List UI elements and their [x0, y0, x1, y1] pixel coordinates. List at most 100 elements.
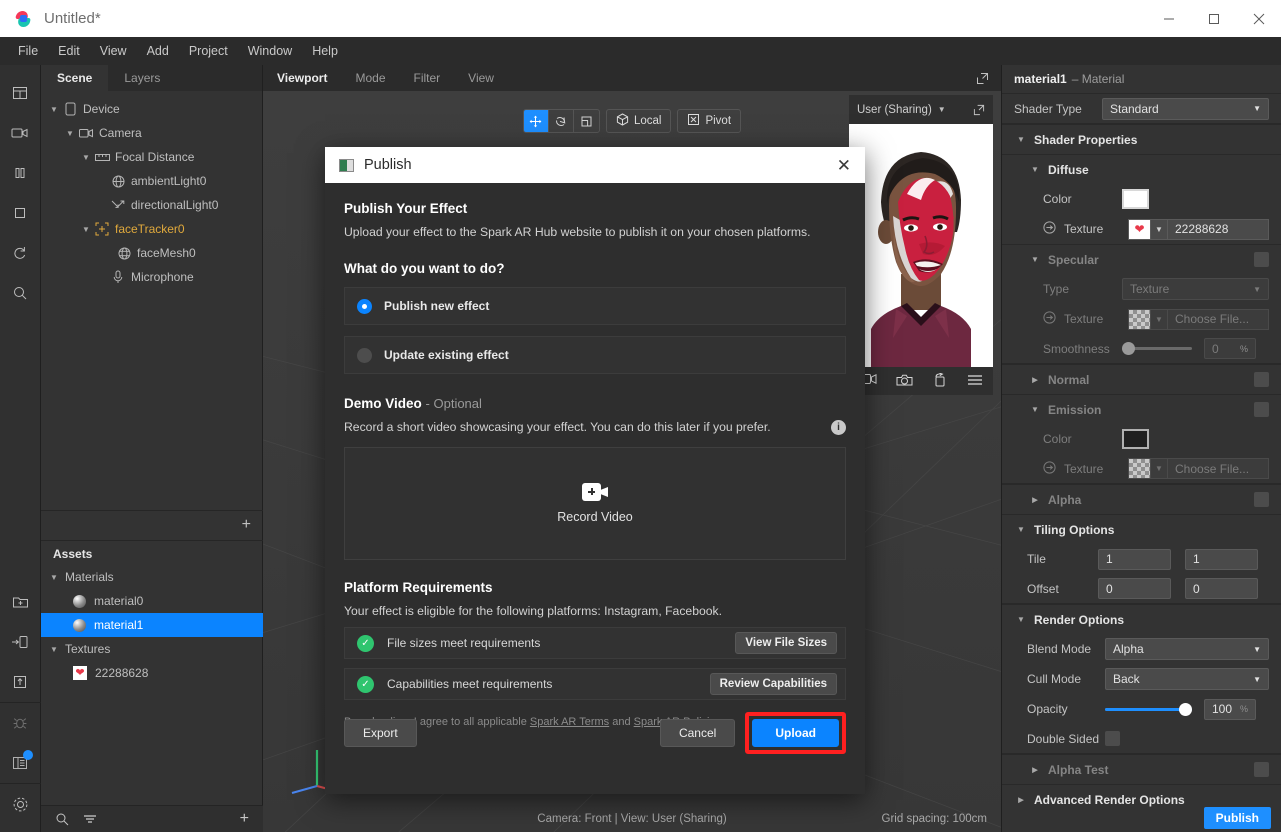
section-specular[interactable]: ▼ Specular — [1002, 244, 1281, 274]
screenshot-icon[interactable] — [896, 373, 913, 390]
tab-view[interactable]: View — [454, 65, 508, 91]
pause-icon[interactable] — [0, 153, 41, 193]
tree-item-directionallight0[interactable]: ▼ directionalLight0 — [41, 193, 262, 217]
assets-group-textures[interactable]: ▼ Textures — [41, 637, 263, 661]
maximize-icon[interactable] — [1191, 0, 1236, 37]
specular-type-select[interactable]: Texture ▼ — [1122, 278, 1269, 300]
asset-item-material0[interactable]: material0 — [41, 589, 263, 613]
chevron-down-icon[interactable]: ▼ — [63, 129, 77, 138]
asset-item-material1[interactable]: material1 — [41, 613, 263, 637]
add-object-button[interactable]: + — [242, 516, 251, 534]
section-alpha[interactable]: ▶ Alpha — [1002, 484, 1281, 514]
chevron-down-icon[interactable]: ▼ — [1014, 615, 1028, 624]
assets-group-materials[interactable]: ▼ Materials — [41, 565, 263, 589]
new-folder-icon[interactable] — [0, 582, 41, 622]
view-file-sizes-button[interactable]: View File Sizes — [735, 632, 837, 654]
chevron-down-icon[interactable]: ▼ — [1151, 458, 1168, 479]
export-icon[interactable] — [0, 662, 41, 702]
chevron-down-icon[interactable]: ▼ — [1028, 405, 1042, 414]
stop-icon[interactable] — [0, 193, 41, 233]
radio-selected-icon[interactable] — [357, 298, 372, 314]
tree-item-focal-distance[interactable]: ▼ Focal Distance — [41, 145, 262, 169]
section-tiling-options[interactable]: ▼ Tiling Options — [1002, 514, 1281, 544]
alpha-test-enable-checkbox[interactable] — [1254, 762, 1269, 777]
tab-viewport[interactable]: Viewport — [263, 65, 341, 91]
shader-type-select[interactable]: Standard ▼ — [1102, 97, 1269, 120]
search-icon[interactable] — [55, 812, 69, 826]
chevron-down-icon[interactable]: ▼ — [1028, 255, 1042, 264]
section-normal[interactable]: ▶ Normal — [1002, 364, 1281, 394]
move-tool-icon[interactable] — [523, 110, 549, 132]
filter-icon[interactable] — [83, 813, 97, 825]
chevron-down-icon[interactable]: ▼ — [1151, 308, 1168, 330]
offset-y-input[interactable]: 0 — [1185, 578, 1258, 599]
chevron-right-icon[interactable]: ▶ — [1014, 796, 1028, 804]
opacity-value[interactable]: 100 % — [1204, 698, 1256, 720]
offset-x-input[interactable]: 0 — [1098, 578, 1171, 599]
tree-item-device[interactable]: ▼ Device — [41, 97, 262, 121]
import-icon[interactable] — [0, 622, 41, 662]
smoothness-slider[interactable] — [1122, 339, 1192, 359]
menu-file[interactable]: File — [8, 37, 48, 65]
section-render-options[interactable]: ▼ Render Options — [1002, 604, 1281, 634]
tree-item-facetracker0[interactable]: ▼ faceTracker0 — [41, 217, 262, 241]
menu-help[interactable]: Help — [302, 37, 348, 65]
tab-scene[interactable]: Scene — [41, 65, 109, 91]
chevron-down-icon[interactable]: ▼ — [47, 645, 61, 654]
chevron-down-icon[interactable]: ▼ — [1014, 135, 1028, 144]
chevron-down-icon[interactable]: ▼ — [79, 153, 93, 162]
tree-item-facemesh0[interactable]: ▼ faceMesh0 — [41, 241, 262, 265]
specular-enable-checkbox[interactable] — [1254, 252, 1269, 267]
tile-x-input[interactable]: 1 — [1098, 548, 1171, 570]
emission-color-swatch[interactable] — [1122, 429, 1149, 449]
asset-item-texture-22288628[interactable]: ❤ 22288628 — [41, 661, 263, 685]
menu-edit[interactable]: Edit — [48, 37, 90, 65]
alpha-enable-checkbox[interactable] — [1254, 492, 1269, 507]
section-alpha-test[interactable]: ▶ Alpha Test — [1002, 754, 1281, 784]
diffuse-color-swatch[interactable] — [1122, 189, 1149, 209]
rotate-tool-icon[interactable] — [549, 110, 574, 132]
chevron-right-icon[interactable]: ▶ — [1028, 496, 1042, 504]
search-icon[interactable] — [0, 273, 41, 313]
diffuse-texture-field[interactable]: ❤ ▼ 22288628 — [1128, 218, 1269, 240]
menu-window[interactable]: Window — [238, 37, 302, 65]
record-video-dropzone[interactable]: Record Video — [344, 447, 846, 560]
close-icon[interactable] — [1236, 0, 1281, 37]
refresh-icon[interactable] — [0, 233, 41, 273]
normal-enable-checkbox[interactable] — [1254, 372, 1269, 387]
expand-icon[interactable] — [973, 104, 985, 116]
tree-item-ambientlight0[interactable]: ▼ ambientLight0 — [41, 169, 262, 193]
emission-enable-checkbox[interactable] — [1254, 402, 1269, 417]
blend-mode-select[interactable]: Alpha ▼ — [1105, 638, 1269, 660]
publish-button[interactable]: Publish — [1203, 807, 1271, 829]
double-sided-checkbox[interactable] — [1105, 731, 1120, 746]
scale-tool-icon[interactable] — [574, 110, 599, 132]
pivot-mode-button[interactable]: Pivot — [677, 109, 742, 133]
chevron-right-icon[interactable]: ▶ — [1028, 766, 1042, 774]
specular-texture-field[interactable]: ▼ Choose File... — [1128, 308, 1269, 330]
tree-item-camera[interactable]: ▼ Camera — [41, 121, 262, 145]
preview-video[interactable] — [849, 124, 993, 367]
chevron-down-icon[interactable]: ▼ — [47, 105, 61, 114]
section-shader-properties[interactable]: ▼ Shader Properties — [1002, 124, 1281, 154]
layout-icon[interactable] — [0, 73, 41, 113]
chevron-down-icon[interactable]: ▼ — [47, 573, 61, 582]
chevron-down-icon[interactable]: ▼ — [1151, 218, 1168, 240]
section-emission[interactable]: ▼ Emission — [1002, 394, 1281, 424]
space-mode-button[interactable]: Local — [605, 109, 672, 133]
tab-filter[interactable]: Filter — [400, 65, 455, 91]
chevron-down-icon[interactable]: ▼ — [1014, 525, 1028, 534]
rotate-device-icon[interactable] — [933, 372, 948, 390]
tile-y-input[interactable]: 1 — [1185, 548, 1258, 570]
chevron-down-icon[interactable]: ▼ — [79, 225, 93, 234]
close-icon[interactable]: ✕ — [837, 157, 851, 174]
docs-icon[interactable] — [0, 743, 41, 783]
smoothness-value[interactable]: 0 % — [1204, 338, 1256, 359]
radio-unselected-icon[interactable] — [357, 347, 372, 363]
option-publish-new-effect[interactable]: Publish new effect — [344, 287, 846, 325]
emission-texture-field[interactable]: ▼ Choose File... — [1128, 458, 1269, 479]
tree-item-microphone[interactable]: ▼ Microphone — [41, 265, 262, 289]
info-icon[interactable]: i — [831, 420, 846, 435]
chevron-down-icon[interactable]: ▼ — [938, 105, 946, 114]
section-diffuse[interactable]: ▼ Diffuse — [1002, 154, 1281, 184]
